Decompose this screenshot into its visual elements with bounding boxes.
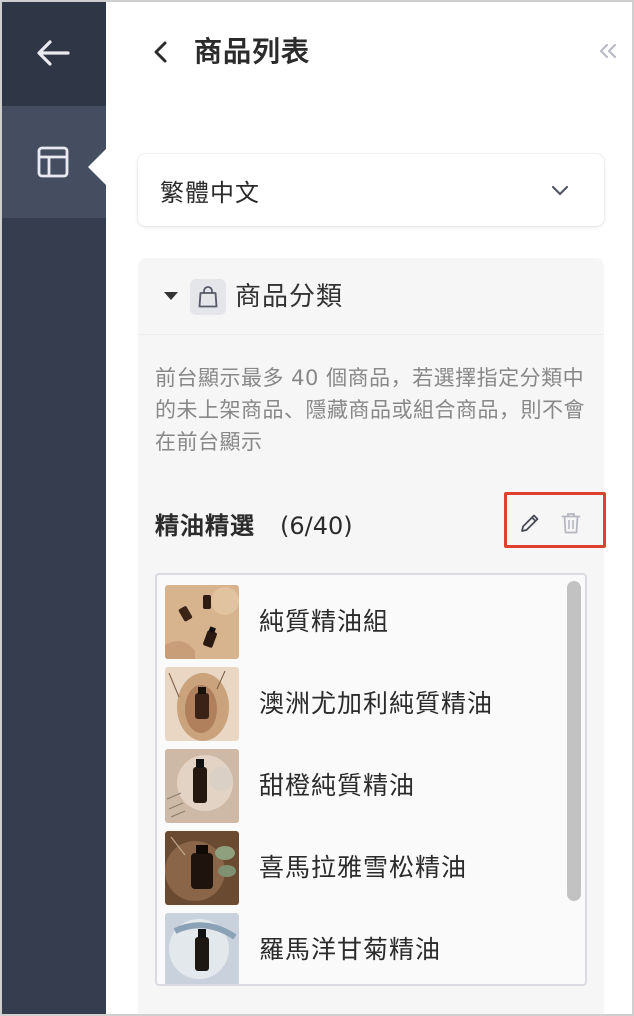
list-item[interactable]: 甜橙純質精油 [165,749,545,823]
shopping-bag-icon [190,279,226,315]
product-list-panel: 商品列表 繁體中文 商品分類 前台顯示最多 40 個商品，若選擇指定分類中的未上… [106,0,634,1016]
product-thumbnail [165,913,239,984]
category-count: (6/40) [280,512,353,540]
panel-header: 商品列表 [106,0,634,106]
product-thumbnail [165,749,239,823]
active-pointer [88,149,106,185]
product-category-section: 商品分類 前台顯示最多 40 個商品，若選擇指定分類中的未上架商品、隱藏商品或組… [138,258,606,1016]
layout-icon [37,146,69,178]
double-chevron-left-icon [599,43,617,59]
category-name: 精油精選 [155,512,255,540]
list-item[interactable]: 澳洲尤加利純質精油 [165,667,545,741]
product-thumbnail [165,585,239,659]
header-back-button[interactable] [146,34,174,70]
trash-icon [561,513,581,534]
chevron-down-icon [548,178,572,202]
language-select-value: 繁體中文 [160,178,260,207]
scrollbar-track [567,581,581,980]
edit-category-button[interactable] [516,508,544,538]
scrollbar-thumb[interactable] [567,581,581,901]
product-thumbnail [165,831,239,905]
product-name: 純質精油組 [259,607,390,636]
product-name: 喜馬拉雅雪松精油 [259,853,468,882]
product-thumbnail [165,667,239,741]
category-row: 精油精選 (6/40) [155,492,606,550]
caret-down-icon [164,292,178,300]
product-name: 羅馬洋甘菊精油 [259,935,442,964]
language-select[interactable]: 繁體中文 [138,154,604,226]
section-title: 商品分類 [235,282,344,312]
chevron-left-icon [154,41,167,63]
arrow-left-icon [37,40,70,66]
section-toggle[interactable]: 商品分類 [138,258,604,334]
product-list[interactable]: 純質精油組 澳洲尤加利純質精油 甜橙純質精油 喜馬拉雅雪松精油 羅馬洋甘菊精油 [155,573,587,986]
page-title: 商品列表 [194,35,311,68]
product-name: 澳洲尤加利純質精油 [259,689,494,718]
section-description: 前台顯示最多 40 個商品，若選擇指定分類中的未上架商品、隱藏商品或組合商品，則… [155,366,585,454]
divider [138,334,604,335]
list-item[interactable]: 純質精油組 [165,585,545,659]
list-item[interactable]: 喜馬拉雅雪松精油 [165,831,545,905]
pencil-icon [521,514,539,532]
list-item[interactable]: 羅馬洋甘菊精油 [165,913,545,984]
product-name: 甜橙純質精油 [259,771,416,800]
delete-category-button[interactable] [557,508,585,538]
collapse-panel-button[interactable] [596,36,620,66]
rail-back-button[interactable] [0,0,106,106]
